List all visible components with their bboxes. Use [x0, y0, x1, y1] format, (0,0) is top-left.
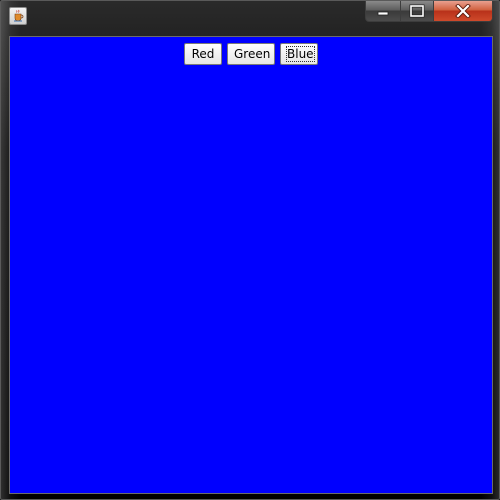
maximize-icon	[409, 4, 425, 18]
red-button[interactable]: Red	[184, 43, 222, 65]
red-button-label: Red	[191, 47, 215, 61]
color-panel: Red Green Blue	[9, 36, 493, 494]
minimize-button[interactable]	[365, 1, 401, 22]
green-button-label: Green	[234, 47, 271, 61]
button-row: Red Green Blue	[10, 43, 492, 65]
blue-button-label: Blue	[286, 46, 315, 62]
close-button[interactable]	[434, 1, 493, 22]
blue-button[interactable]: Blue	[280, 43, 318, 65]
minimize-icon	[377, 11, 389, 16]
java-cup-icon[interactable]	[9, 7, 27, 25]
green-button[interactable]: Green	[227, 43, 275, 65]
title-bar[interactable]	[1, 1, 499, 33]
app-window: Red Green Blue	[0, 0, 500, 500]
maximize-button[interactable]	[401, 1, 434, 22]
close-icon	[455, 4, 471, 18]
caption-buttons	[365, 1, 493, 23]
